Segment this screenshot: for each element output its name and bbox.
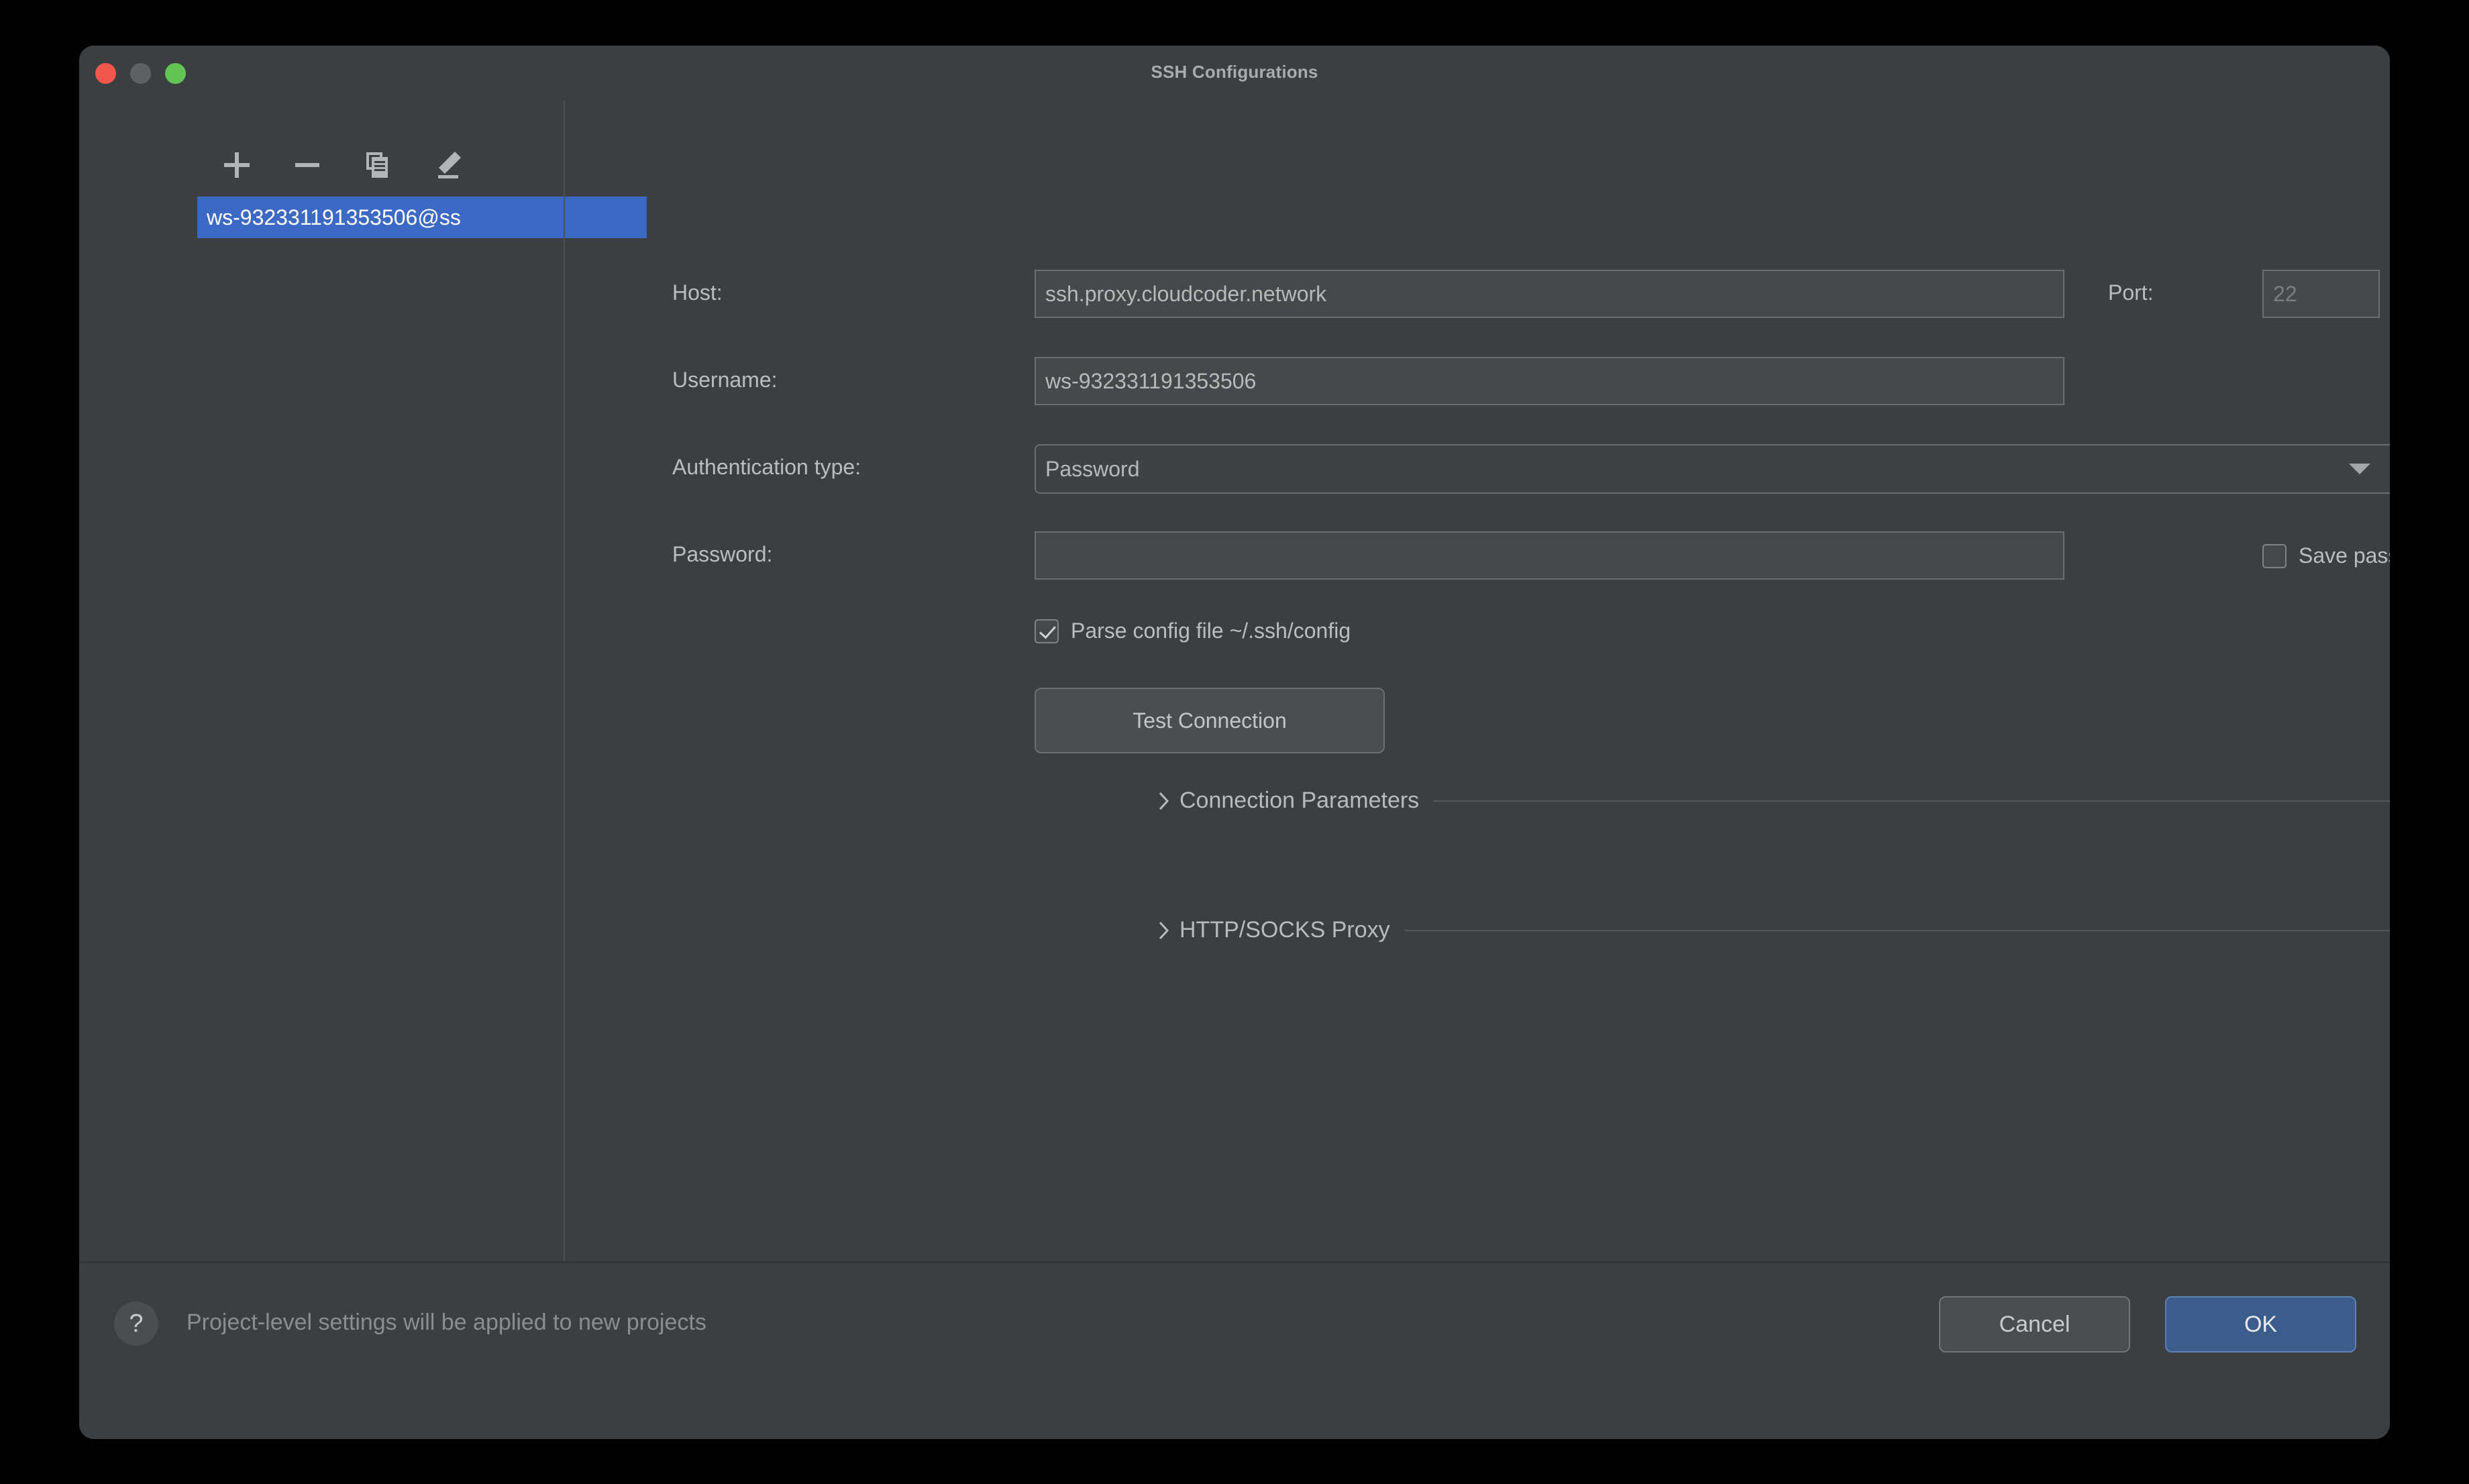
chevron-down-icon [2349,464,2370,474]
authentication-type-select[interactable]: Password [1035,444,2390,494]
configurations-sidebar: ws-932331191353506@ss [79,101,564,1261]
save-password-label: Save password [2299,543,2390,568]
password-input[interactable] [1035,531,2064,580]
username-input[interactable]: ws-932331191353506 [1035,357,2064,405]
remove-configuration-button[interactable] [272,142,342,188]
authentication-type-label: Authentication type: [672,455,861,480]
ssh-configurations-dialog: SSH Configurations [79,46,2390,1439]
section-separator [1405,930,2390,931]
footer-note: Project-level settings will be applied t… [187,1310,706,1336]
sidebar-toolbar [201,142,483,188]
port-label: Port: [2108,280,2154,305]
parse-config-checkbox[interactable] [1035,619,1059,643]
authentication-type-value: Password [1045,457,1140,482]
section-separator [1434,800,2390,802]
footer-actions: Cancel OK [1939,1296,2356,1353]
duplicate-configuration-button[interactable] [342,142,413,188]
section-title: Connection Parameters [1179,788,1419,814]
ok-button[interactable]: OK [2165,1296,2356,1353]
cancel-button[interactable]: Cancel [1939,1296,2130,1353]
copy-icon [362,150,393,180]
port-input[interactable]: 22 [2262,270,2380,318]
plus-icon [221,150,252,180]
dialog-content: ws-932331191353506@ss Host: ssh.proxy.cl… [79,101,2390,1261]
username-label: Username: [672,368,778,392]
minus-icon [292,150,323,180]
edit-configuration-button[interactable] [413,142,483,188]
pencil-icon [433,150,464,180]
save-password-checkbox-row[interactable]: Save password [2262,543,2390,568]
dialog-footer: ? Project-level settings will be applied… [79,1261,2390,1439]
password-label: Password: [672,542,772,567]
window-title: SSH Configurations [79,62,2390,83]
parse-config-label: Parse config file ~/.ssh/config [1071,619,1351,643]
test-connection-button[interactable]: Test Connection [1035,688,1385,753]
host-label: Host: [672,280,723,305]
footer-separator [79,1261,2390,1263]
chevron-right-icon [1155,920,1173,941]
save-password-checkbox[interactable] [2262,544,2287,568]
parse-config-checkbox-row[interactable]: Parse config file ~/.ssh/config [1035,619,1351,643]
section-connection-parameters[interactable]: Connection Parameters [1155,788,2390,814]
configuration-form: Host: ssh.proxy.cloudcoder.network Port:… [565,101,2390,1261]
section-http-socks-proxy[interactable]: HTTP/SOCKS Proxy [1155,917,2390,943]
chevron-right-icon [1155,790,1173,812]
section-title: HTTP/SOCKS Proxy [1179,917,1390,943]
question-mark-icon[interactable]: ? [114,1302,158,1346]
add-configuration-button[interactable] [201,142,272,188]
host-input[interactable]: ssh.proxy.cloudcoder.network [1035,270,2064,318]
title-bar: SSH Configurations [79,46,2390,101]
